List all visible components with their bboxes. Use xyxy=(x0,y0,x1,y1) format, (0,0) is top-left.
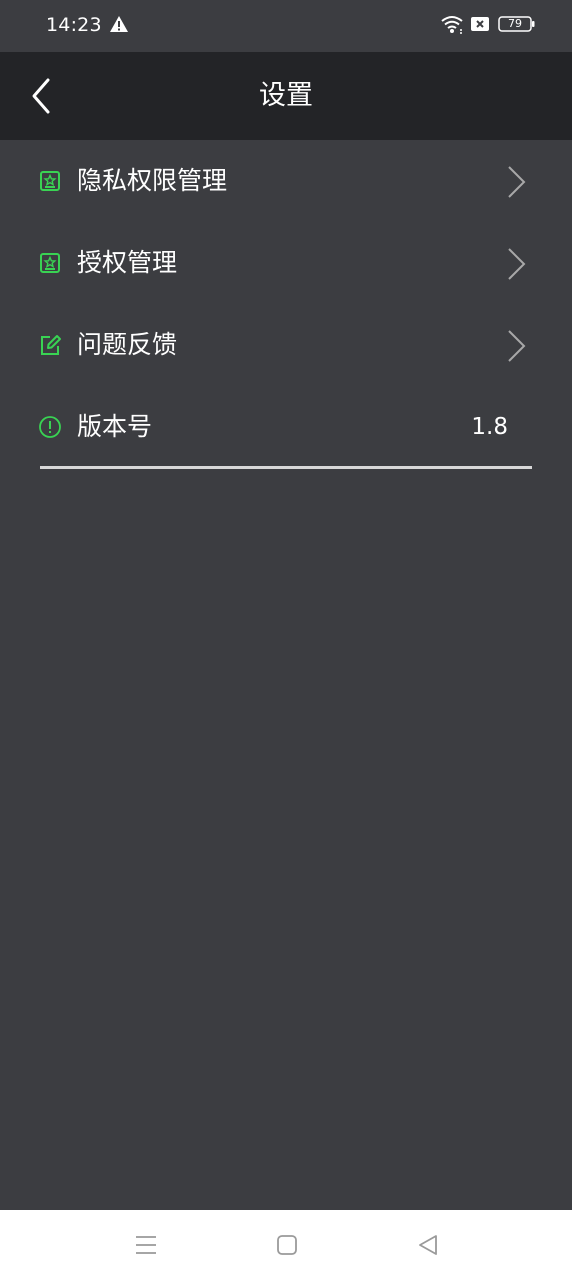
page-title: 设置 xyxy=(259,80,313,111)
chevron-right-icon xyxy=(508,330,526,362)
info-icon xyxy=(39,416,61,438)
status-time: 14:23 xyxy=(46,14,102,36)
privacy-permission-row[interactable]: 隐私权限管理 xyxy=(0,140,572,222)
home-icon xyxy=(277,1235,297,1255)
nav-back-button[interactable] xyxy=(414,1231,442,1259)
warning-icon xyxy=(110,16,128,32)
version-row: 版本号 1.8 xyxy=(0,386,572,468)
authorization-label: 授权管理 xyxy=(77,248,178,277)
battery-icon: 79 xyxy=(498,15,536,33)
chevron-right-icon xyxy=(508,248,526,280)
status-bar: 14:23 79 xyxy=(0,0,572,52)
sim-card-icon xyxy=(471,17,489,31)
settings-screen: 14:23 79 设置 隐私权限管理 授权管理 问题反馈 版本号 1.8 xyxy=(0,0,572,1280)
divider xyxy=(40,466,532,469)
authorization-row[interactable]: 授权管理 xyxy=(0,222,572,304)
privacy-permission-label: 隐私权限管理 xyxy=(77,166,228,195)
system-nav-bar xyxy=(0,1210,572,1280)
back-icon xyxy=(419,1235,437,1255)
version-label: 版本号 xyxy=(77,412,153,441)
home-button[interactable] xyxy=(273,1231,301,1259)
back-button[interactable] xyxy=(22,74,62,118)
shield-badge-icon xyxy=(40,253,60,273)
shield-badge-icon xyxy=(40,171,60,191)
wifi-icon xyxy=(441,16,463,34)
battery-level: 79 xyxy=(508,17,522,30)
menu-icon xyxy=(136,1236,156,1254)
edit-icon xyxy=(41,335,61,355)
version-value: 1.8 xyxy=(471,414,508,440)
chevron-left-icon xyxy=(32,78,50,114)
feedback-row[interactable]: 问题反馈 xyxy=(0,304,572,386)
feedback-label: 问题反馈 xyxy=(77,330,178,359)
app-header: 设置 xyxy=(0,52,572,140)
menu-button[interactable] xyxy=(132,1231,160,1259)
chevron-right-icon xyxy=(508,166,526,198)
